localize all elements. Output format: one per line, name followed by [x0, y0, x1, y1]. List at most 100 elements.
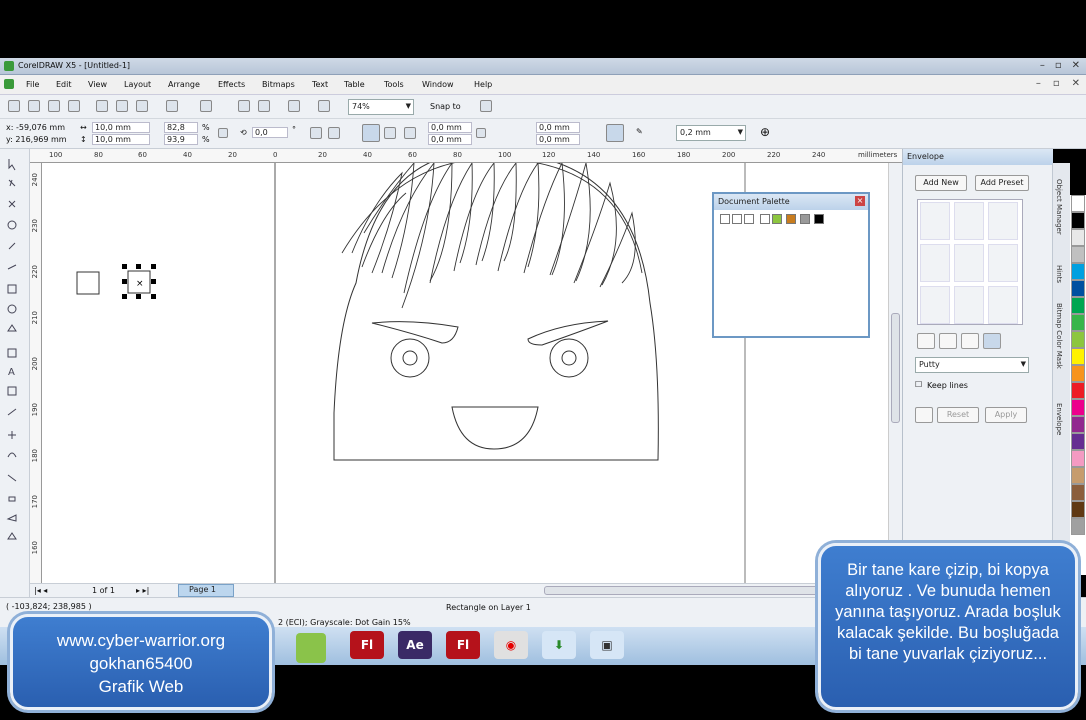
pick-tool-icon[interactable]	[8, 159, 16, 171]
ellipse-tool-icon[interactable]	[7, 304, 17, 314]
palette-color-swatch[interactable]	[1071, 467, 1085, 484]
corner-radius-3[interactable]: 0,0 mm	[536, 122, 580, 133]
relative-corner-icon[interactable]	[606, 124, 624, 142]
mouth[interactable]	[451, 406, 539, 450]
scallop-corner-icon[interactable]	[384, 127, 396, 139]
eyedropper-icon[interactable]	[732, 214, 742, 224]
width-field[interactable]: 10,0 mm	[92, 122, 150, 133]
download-manager-taskbar-icon[interactable]: ⬇	[542, 631, 576, 659]
angle-field[interactable]: 0,0	[252, 127, 288, 138]
basic-shapes-tool-icon[interactable]	[7, 348, 17, 358]
palette-color-swatch[interactable]	[1071, 484, 1085, 501]
convert-to-curves-icon[interactable]: ⊕	[760, 125, 770, 139]
palette-color-swatch[interactable]	[1071, 365, 1085, 382]
tab-object-manager[interactable]: Object Manager	[1055, 179, 1063, 235]
single-arc-mode-icon[interactable]	[939, 333, 957, 349]
menu-tools[interactable]: Tools	[384, 80, 404, 89]
swatch-black[interactable]	[814, 214, 824, 224]
round-corner-icon[interactable]	[362, 124, 380, 142]
palette-color-swatch[interactable]	[1071, 348, 1085, 365]
coreldraw-taskbar-icon[interactable]	[296, 633, 326, 663]
flash-taskbar-icon[interactable]: Fl	[350, 631, 384, 659]
document-palette-header[interactable]: Document Palette ×	[714, 194, 868, 210]
restore-icon[interactable]: ▫	[1055, 60, 1062, 71]
preset-cell[interactable]	[988, 286, 1018, 324]
palette-arrow-icon[interactable]	[720, 214, 730, 224]
page-tab[interactable]: Page 1	[178, 584, 234, 597]
publish-pdf-icon[interactable]	[288, 100, 300, 112]
paste-icon[interactable]	[136, 100, 148, 112]
palette-color-swatch[interactable]	[1071, 195, 1085, 212]
rectangle-tool-icon[interactable]	[7, 284, 17, 294]
document-palette-window[interactable]: Document Palette ×	[712, 192, 870, 338]
close-icon[interactable]: ✕	[1072, 60, 1080, 71]
open-icon[interactable]	[28, 100, 40, 112]
scale-width-field[interactable]: 82,8	[164, 122, 198, 133]
print-icon[interactable]	[68, 100, 80, 112]
connector-tool-icon[interactable]	[8, 431, 16, 439]
lock-ratio-icon[interactable]	[218, 128, 228, 138]
menu-window[interactable]: Window	[422, 80, 454, 89]
palette-color-swatch[interactable]	[1071, 229, 1085, 246]
options-icon[interactable]	[480, 100, 492, 112]
unconstrained-mode-icon[interactable]	[983, 333, 1001, 349]
crop-tool-icon[interactable]	[8, 200, 16, 208]
palette-color-swatch[interactable]	[1071, 450, 1085, 467]
first-page-icon[interactable]: |◂ ◂	[34, 586, 47, 595]
preset-cell[interactable]	[988, 244, 1018, 282]
palette-color-swatch[interactable]	[1071, 518, 1085, 535]
transparency-tool-icon[interactable]	[7, 474, 17, 482]
palette-color-swatch[interactable]	[1071, 382, 1085, 399]
add-preset-button[interactable]: Add Preset	[975, 175, 1029, 191]
envelope-presets-grid[interactable]	[917, 199, 1023, 325]
vertical-scroll-thumb[interactable]	[891, 313, 900, 423]
menu-view[interactable]: View	[88, 80, 107, 89]
menu-arrange[interactable]: Arrange	[168, 80, 200, 89]
swatch-green[interactable]	[772, 214, 782, 224]
outline-tool-icon[interactable]	[6, 514, 17, 522]
fill-tool-icon[interactable]	[7, 532, 17, 540]
preset-cell[interactable]	[954, 202, 984, 240]
menu-layout[interactable]: Layout	[124, 80, 151, 89]
eyes[interactable]	[390, 338, 589, 378]
polygon-tool-icon[interactable]	[7, 324, 17, 332]
close-icon[interactable]: ×	[855, 196, 865, 206]
application-launcher-icon[interactable]	[318, 100, 330, 112]
cut-icon[interactable]	[96, 100, 108, 112]
palette-color-swatch[interactable]	[1071, 246, 1085, 263]
x-position-field[interactable]: x: -59,076 mm	[6, 123, 65, 132]
export-icon[interactable]	[258, 100, 270, 112]
save-icon[interactable]	[48, 100, 60, 112]
preset-cell[interactable]	[920, 202, 950, 240]
menu-edit[interactable]: Edit	[56, 80, 72, 89]
double-arc-mode-icon[interactable]	[961, 333, 979, 349]
outline-width-select[interactable]: 0,2 mm ▼	[676, 125, 746, 141]
swatch-white[interactable]	[760, 214, 770, 224]
preset-cell[interactable]	[988, 202, 1018, 240]
palette-color-swatch[interactable]	[1071, 433, 1085, 450]
minimize-icon[interactable]: –	[1040, 60, 1045, 71]
straight-line-mode-icon[interactable]	[917, 333, 935, 349]
square-shape[interactable]	[76, 271, 100, 295]
preset-cell[interactable]	[920, 244, 950, 282]
mapping-mode-select[interactable]: Putty ▼	[915, 357, 1029, 373]
smart-fill-tool-icon[interactable]	[7, 264, 17, 270]
import-icon[interactable]	[238, 100, 250, 112]
add-new-button[interactable]: Add New	[915, 175, 967, 191]
text-tool-icon[interactable]: A	[8, 367, 15, 378]
undo-icon[interactable]	[166, 100, 178, 112]
palette-color-swatch[interactable]	[1071, 314, 1085, 331]
palette-color-swatch[interactable]	[1071, 297, 1085, 314]
chamfer-corner-icon[interactable]	[404, 127, 416, 139]
face-outline[interactable]	[333, 163, 659, 461]
horizontal-scroll-thumb[interactable]	[544, 586, 834, 595]
menu-bitmaps[interactable]: Bitmaps	[262, 80, 295, 89]
menu-help[interactable]: Help	[474, 80, 492, 89]
mirror-v-icon[interactable]	[328, 127, 340, 139]
eyedropper-icon[interactable]	[915, 407, 933, 423]
height-field[interactable]: 10,0 mm	[92, 134, 150, 145]
menu-text[interactable]: Text	[312, 80, 328, 89]
preset-cell[interactable]	[920, 286, 950, 324]
menu-effects[interactable]: Effects	[218, 80, 245, 89]
palette-color-swatch[interactable]	[1071, 501, 1085, 518]
